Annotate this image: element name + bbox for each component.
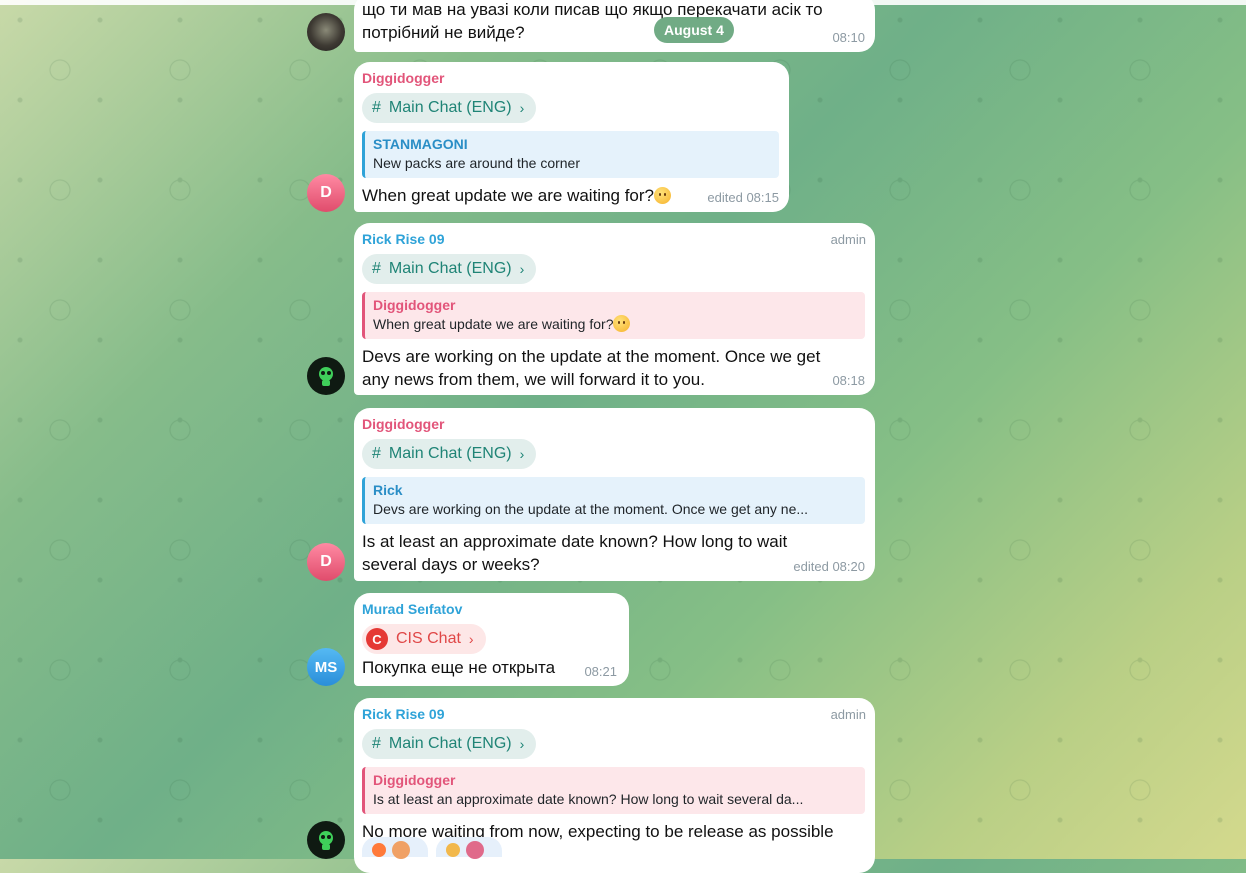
topic-label: Main Chat (ENG) [388,735,512,752]
hash-icon: # [372,735,381,752]
message-text: Покупка еще не открыта [362,658,556,677]
message-bubble[interactable]: що ти мав на увазі коли писав що якщо пе… [354,0,875,52]
message-bubble[interactable]: Rick Rise 09 admin # Main Chat (ENG) › D… [354,698,875,873]
date-pill: August 4 [654,17,734,43]
reply-sender: Diggidogger [373,297,456,313]
message-bubble[interactable]: Diggidogger # Main Chat (ENG) › STANMAGO… [354,62,789,212]
reply-text: New packs are around the corner [373,155,580,171]
reply-sender: STANMAGONI [373,136,468,152]
user-photo-avatar[interactable] [307,13,345,51]
message-text: Is at least an approximate date known? H… [362,532,788,574]
fire-emoji-icon [372,843,386,857]
reactor-avatar [392,841,410,859]
chevron-right-icon: › [519,446,525,462]
hash-icon: # [372,99,381,116]
hash-icon: # [372,445,381,462]
hash-icon: # [372,260,381,277]
sender-name[interactable]: Diggidogger [362,416,865,433]
message-bubble[interactable]: Diggidogger # Main Chat (ENG) › Rick Dev… [354,408,875,581]
reaction-chip[interactable] [436,837,502,859]
message-text: Devs are working on the update at the mo… [362,347,821,389]
reply-sender: Diggidogger [373,772,456,788]
reply-text: When great update we are waiting for? [373,315,857,334]
reactions-row [362,837,502,859]
reply-text: Devs are working on the update at the mo… [373,501,809,517]
reaction-chip[interactable] [362,837,428,859]
reply-quote[interactable]: Diggidogger When great update we are wai… [362,292,865,339]
reply-text-content: When great update we are waiting for? [373,316,614,332]
alien-icon [319,367,333,386]
message-text: що ти мав на увазі коли писав що якщо пе… [362,0,823,42]
reply-quote[interactable]: Rick Devs are working on the update at t… [362,477,865,524]
chevron-right-icon: › [468,631,474,647]
reply-quote[interactable]: STANMAGONI New packs are around the corn… [362,131,779,178]
reply-quote[interactable]: Diggidogger Is at least an approximate d… [362,767,865,814]
message-text-content: When great update we are waiting for? [362,186,655,205]
sender-name[interactable]: Murad Seıfatov [362,601,619,618]
chevron-right-icon: › [519,100,525,116]
message-time: 08:21 [584,664,617,679]
admin-badge: admin [830,232,866,247]
message-time: edited 08:15 [707,190,779,205]
chevron-right-icon: › [519,261,525,277]
thumbs-up-emoji-icon [446,843,460,857]
topic-label: Main Chat (ENG) [388,445,512,462]
smile-emoji-icon [654,187,672,204]
avatar[interactable]: MS [307,648,345,686]
alien-icon [319,831,333,850]
topic-link[interactable]: # Main Chat (ENG) › [362,729,537,759]
topic-link[interactable]: # Main Chat (ENG) › [362,439,537,469]
reactor-avatar [466,841,484,859]
avatar[interactable]: D [307,174,345,212]
topic-link[interactable]: # Main Chat (ENG) › [362,93,537,123]
green-alien-avatar[interactable] [307,357,345,395]
reply-text: Is at least an approximate date known? H… [373,791,804,807]
message-time: 08:18 [832,373,865,388]
chevron-right-icon: › [519,736,525,752]
sender-name[interactable]: Rick Rise 09 [362,231,865,248]
topic-label: CIS Chat [396,630,461,647]
topic-link[interactable]: # Main Chat (ENG) › [362,254,537,284]
topic-label: Main Chat (ENG) [388,260,512,277]
admin-badge: admin [830,707,866,722]
cis-chat-icon: C [366,628,388,650]
sender-name[interactable]: Diggidogger [362,70,779,87]
smile-emoji-icon [613,315,631,332]
message-time: edited 08:20 [793,559,865,574]
avatar[interactable]: D [307,543,345,581]
reply-sender: Rick [373,482,403,498]
topic-link[interactable]: C CIS Chat › [362,624,486,654]
message-bubble[interactable]: Rick Rise 09 admin # Main Chat (ENG) › D… [354,223,875,395]
message-bubble[interactable]: Murad Seıfatov C CIS Chat › Покупка еще … [354,593,629,686]
green-alien-avatar[interactable] [307,821,345,859]
message-time: 08:10 [832,30,865,45]
topic-label: Main Chat (ENG) [388,99,512,116]
sender-name[interactable]: Rick Rise 09 [362,706,865,723]
